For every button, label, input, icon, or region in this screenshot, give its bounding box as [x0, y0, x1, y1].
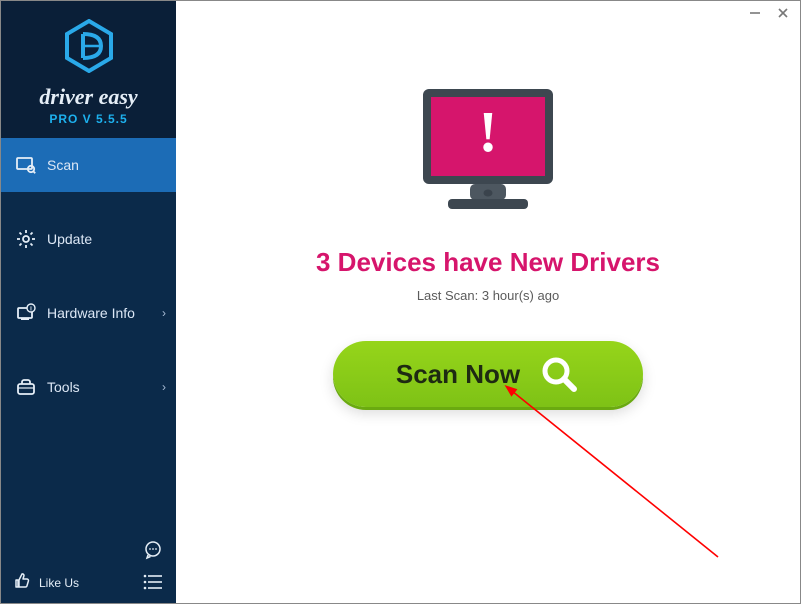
nav: Scan Update i Hardware Info › [1, 138, 176, 529]
sidebar: driver easy PRO V 5.5.5 Scan Update i [1, 1, 176, 603]
last-scan-text: Last Scan: 3 hour(s) ago [176, 288, 800, 303]
scan-content: ! 3 Devices have New Drivers Last Scan: … [176, 25, 800, 407]
gear-icon [15, 228, 37, 250]
monitor-alert-icon: ! [408, 81, 568, 231]
feedback-icon[interactable] [142, 539, 164, 561]
toolbox-icon [15, 376, 37, 398]
sidebar-header: driver easy PRO V 5.5.5 [1, 1, 176, 138]
like-us-button[interactable]: Like Us [13, 572, 79, 593]
scan-button-label: Scan Now [396, 359, 520, 390]
brand-name-text: driver easy [1, 84, 176, 110]
like-us-label: Like Us [39, 576, 79, 590]
sidebar-item-label: Update [47, 231, 92, 247]
sidebar-item-update[interactable]: Update [1, 212, 176, 266]
titlebar [176, 1, 800, 25]
scan-icon [15, 154, 37, 176]
main-panel: ! 3 Devices have New Drivers Last Scan: … [176, 1, 800, 603]
sidebar-item-label: Scan [47, 157, 79, 173]
sidebar-item-tools[interactable]: Tools › [1, 360, 176, 414]
hardware-info-icon: i [15, 302, 37, 324]
sidebar-item-label: Tools [47, 379, 80, 395]
sidebar-item-hardware-info[interactable]: i Hardware Info › [1, 286, 176, 340]
sidebar-footer: Like Us [1, 529, 176, 603]
sidebar-item-label: Hardware Info [47, 305, 135, 321]
sidebar-item-scan[interactable]: Scan [1, 138, 176, 192]
close-button[interactable] [774, 4, 792, 22]
thumbs-up-icon [13, 572, 31, 593]
chevron-right-icon: › [162, 306, 166, 320]
menu-list-icon[interactable] [142, 571, 164, 593]
footer-right-icons [142, 539, 164, 593]
app-window: driver easy PRO V 5.5.5 Scan Update i [0, 0, 801, 604]
brand-version-text: PRO V 5.5.5 [1, 112, 176, 126]
annotation-arrow-icon [488, 377, 728, 577]
svg-text:!: ! [478, 99, 497, 164]
headline-text: 3 Devices have New Drivers [176, 247, 800, 278]
minimize-button[interactable] [746, 4, 764, 22]
magnify-icon [538, 353, 580, 395]
chevron-right-icon: › [162, 380, 166, 394]
scan-now-button[interactable]: Scan Now [333, 341, 643, 407]
brand-logo-icon [61, 19, 117, 78]
